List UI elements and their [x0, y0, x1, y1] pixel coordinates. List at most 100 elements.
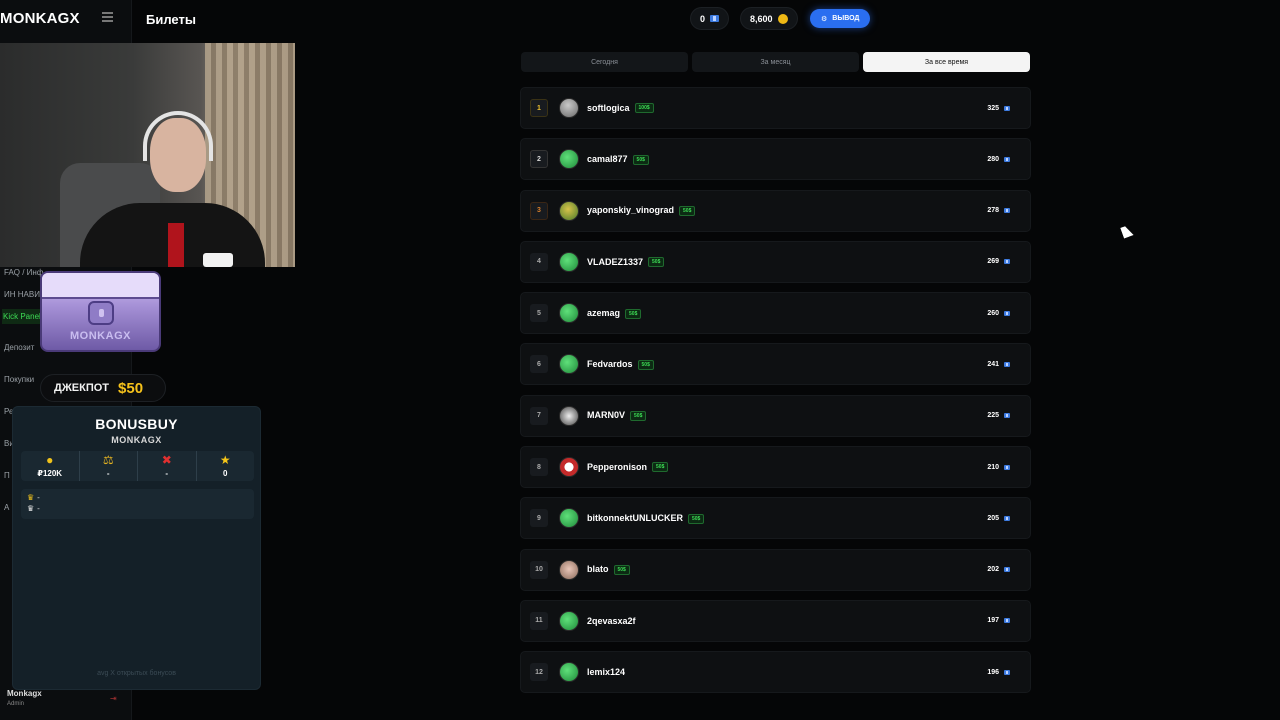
- username[interactable]: lemix124: [587, 667, 625, 677]
- coin-icon: [777, 13, 788, 24]
- sidebar-item-purchases[interactable]: Покупки: [4, 375, 34, 384]
- leaderboard-row[interactable]: 3 yaponskiy_vinograd 50$ 278: [520, 189, 1031, 232]
- reward-badge: 50$: [652, 462, 669, 473]
- withdraw-button[interactable]: ⚙ ВЫВОД: [810, 9, 871, 28]
- stat-losses: ✖ -: [138, 451, 197, 481]
- leaderboard-row[interactable]: 7 MARN0V 50$ 225: [520, 394, 1031, 437]
- username-text: VLADEZ1337: [587, 256, 644, 267]
- username[interactable]: Fedvardos 50$: [587, 359, 654, 370]
- leaderboard-row[interactable]: 10 blato 50$ 202: [520, 548, 1031, 591]
- coins-count: 8,600: [750, 13, 773, 24]
- leaderboard-row[interactable]: 8 Pepperonison 50$ 210: [520, 446, 1031, 489]
- leaderboard-row[interactable]: 5 azemag 50$ 260: [520, 292, 1031, 335]
- username[interactable]: MARN0V 50$: [587, 410, 647, 422]
- ticket-score: 241: [987, 361, 1010, 368]
- stat-balance: ⚖ -: [80, 451, 138, 481]
- username-text: yaponskiy_vinograd: [587, 205, 675, 216]
- tab-all-time[interactable]: За все время: [863, 52, 1030, 72]
- rank-number: 7: [530, 406, 548, 425]
- leaderboard-row[interactable]: 1 softlogica 100$ 325: [520, 87, 1031, 129]
- reward-badge: 50$: [648, 257, 665, 268]
- chest-lid: [42, 273, 159, 299]
- logo[interactable]: MONKAGX: [0, 10, 80, 27]
- user-name: Monkagx: [7, 689, 42, 698]
- username[interactable]: yaponskiy_vinograd 50$: [587, 205, 696, 216]
- ticket-icon: [1004, 208, 1010, 214]
- leaderboard-row[interactable]: 12 lemix124 196: [520, 651, 1031, 694]
- username[interactable]: softlogica 100$: [587, 103, 654, 114]
- score-value: 269: [987, 258, 999, 266]
- username-text: lemix124: [587, 667, 626, 678]
- logout-icon[interactable]: ⇥: [110, 694, 117, 703]
- tickets-balance[interactable]: 0: [690, 7, 730, 30]
- coins-balance[interactable]: 8,600: [740, 7, 798, 30]
- leaderboard: 1 softlogica 100$ 325 2 camal877 50$ 280 3 yapons…: [520, 87, 1031, 703]
- username[interactable]: Pepperonison 50$: [587, 462, 669, 473]
- coin-icon: ●: [46, 453, 54, 467]
- chest-image: MONKAGX: [40, 271, 161, 352]
- rank-number: 5: [530, 304, 548, 323]
- ticket-score: 210: [987, 464, 1010, 471]
- score-value: 325: [987, 104, 999, 112]
- tickets-count: 0: [700, 13, 706, 24]
- lock-icon: [88, 301, 114, 325]
- username[interactable]: 2qevasxa2f: [587, 616, 636, 626]
- leaderboard-row[interactable]: 11 2qevasxa2f 197: [520, 599, 1031, 642]
- cross-icon: ✖: [161, 453, 172, 467]
- ticket-icon: [1004, 464, 1010, 470]
- ticket-score: 197: [987, 617, 1010, 624]
- username[interactable]: blato 50$: [587, 564, 630, 575]
- stat-cost: ● ₽120K: [21, 451, 80, 481]
- crown-silver-icon: ♛: [27, 504, 35, 513]
- score-value: 241: [987, 360, 999, 368]
- score-value: 278: [987, 207, 999, 215]
- menu-icon[interactable]: [102, 12, 113, 22]
- ticket-icon: [1004, 310, 1010, 316]
- mouse-cursor: [1120, 224, 1134, 239]
- reward-badge: 50$: [630, 411, 647, 422]
- webcam-overlay: [0, 43, 295, 267]
- score-value: 197: [987, 617, 999, 625]
- username[interactable]: camal877 50$: [587, 154, 649, 165]
- ticket-icon: [1004, 413, 1010, 419]
- leaderboard-row[interactable]: 6 Fedvardos 50$ 241: [520, 343, 1031, 386]
- username[interactable]: bitkonnektUNLUCKER 50$: [587, 513, 705, 524]
- leaderboard-row[interactable]: 9 bitkonnektUNLUCKER 50$ 205: [520, 497, 1031, 540]
- bonusbuy-panel: BONUSBUY MONKAGX ● ₽120K ⚖ - ✖ - ★ 0 ♛ -…: [12, 406, 261, 690]
- ticket-score: 325: [987, 105, 1010, 112]
- stat-losses-value: -: [165, 469, 169, 478]
- leaderboard-row[interactable]: 2 camal877 50$ 280: [520, 138, 1031, 181]
- rank-number: 3: [530, 201, 548, 220]
- rank-number: 6: [530, 355, 548, 374]
- rank-number: 9: [530, 509, 548, 528]
- sidebar-item-deposit[interactable]: Депозит: [4, 343, 34, 352]
- score-value: 225: [987, 412, 999, 420]
- ticket-score: 269: [987, 258, 1010, 265]
- bonusbuy-stats: ● ₽120K ⚖ - ✖ - ★ 0: [21, 451, 254, 481]
- ticket-icon: [1004, 259, 1010, 265]
- username-text: blato: [587, 564, 609, 575]
- username[interactable]: VLADEZ1337 50$: [587, 256, 665, 268]
- username[interactable]: azemag 50$: [587, 308, 642, 319]
- ticket-icon: [1004, 361, 1010, 367]
- avatar: [559, 149, 579, 170]
- score-value: 205: [987, 514, 999, 522]
- reward-badge: 50$: [613, 564, 630, 575]
- avatar: [559, 559, 579, 580]
- sidebar-item-8[interactable]: А: [4, 503, 9, 512]
- sidebar-item-kick-panel[interactable]: Kick Panel: [2, 309, 45, 324]
- reward-badge: 50$: [637, 359, 654, 370]
- leaderboard-row[interactable]: 4 VLADEZ1337 50$ 269: [520, 240, 1031, 283]
- avatar: [559, 98, 579, 118]
- tab-month[interactable]: За месяц: [692, 52, 859, 72]
- ticket-icon: [710, 15, 720, 22]
- jackpot-badge: ДЖЕКПОТ $50: [40, 374, 166, 402]
- sidebar-item-7[interactable]: П: [4, 471, 10, 480]
- ticket-score: 196: [987, 669, 1010, 676]
- username-text: MARN0V: [587, 410, 626, 421]
- avatar: [559, 405, 579, 426]
- ticket-score: 278: [987, 207, 1010, 214]
- tab-today[interactable]: Сегодня: [521, 52, 688, 72]
- username-text: 2qevasxa2f: [587, 615, 636, 626]
- sidebar-item-faq[interactable]: FAQ / Инф: [4, 268, 43, 277]
